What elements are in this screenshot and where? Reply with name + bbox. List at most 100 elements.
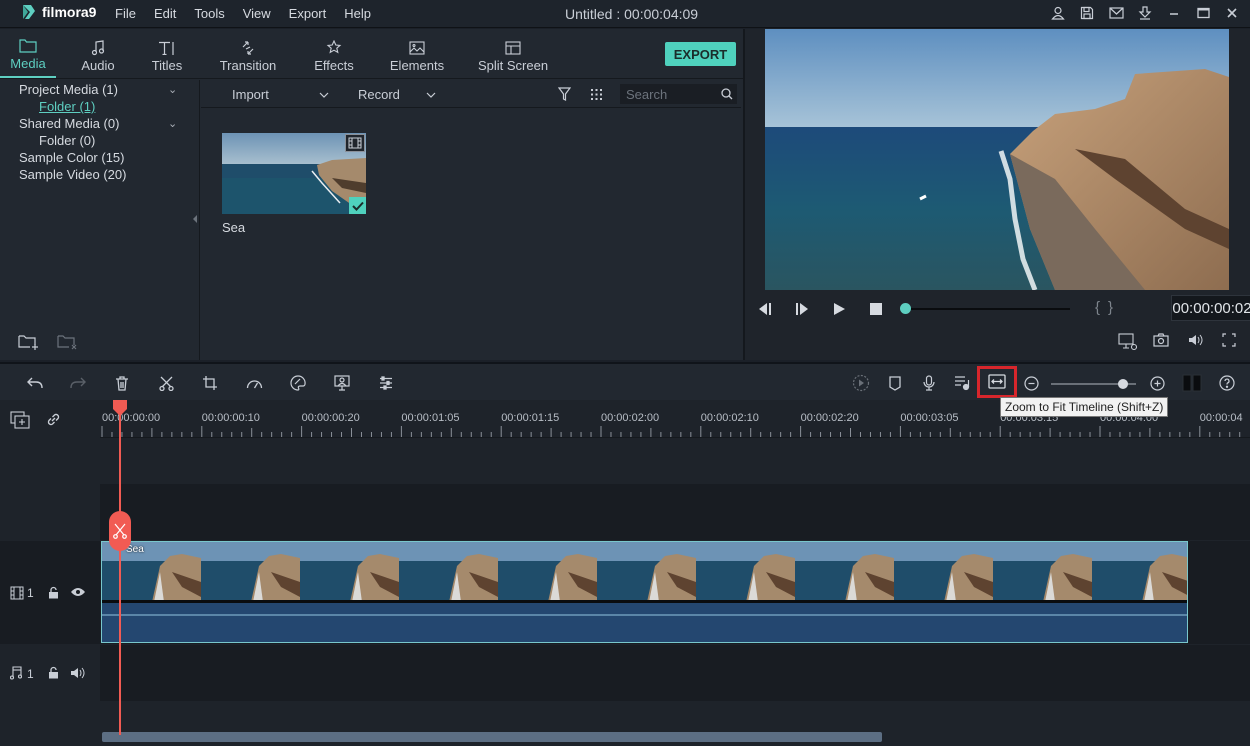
menu-view[interactable]: View	[243, 6, 271, 21]
collapse-panel-icon[interactable]	[192, 214, 198, 224]
zoom-slider-handle[interactable]	[1118, 379, 1129, 389]
playback-progress-track[interactable]	[905, 308, 1070, 310]
mail-icon[interactable]	[1108, 5, 1124, 21]
help-icon[interactable]	[1217, 373, 1237, 393]
undo-icon[interactable]	[25, 373, 45, 393]
close-icon[interactable]	[1224, 5, 1240, 21]
media-item-sea[interactable]	[222, 133, 366, 214]
previous-frame-icon[interactable]	[758, 302, 772, 316]
save-icon[interactable]	[1079, 5, 1095, 21]
menu-edit[interactable]: Edit	[154, 6, 176, 21]
mark-in-out-icon[interactable]: {}	[1095, 299, 1121, 316]
tab-label: Titles	[151, 58, 183, 73]
clip-audio-waveform	[102, 614, 1187, 616]
video-clip-sea[interactable]: Sea	[101, 541, 1188, 643]
scissors-icon	[113, 523, 127, 539]
tree-item-folder-0[interactable]: Folder (0)	[39, 133, 95, 148]
ruler-tick-label: 00:00:03:05	[900, 412, 959, 424]
audio-track-number: 1	[27, 667, 34, 681]
tab-media[interactable]: Media	[0, 29, 56, 78]
playhead-line[interactable]	[119, 400, 121, 735]
preview-video	[765, 29, 1229, 290]
search-input[interactable]: Search	[620, 84, 737, 104]
new-folder-icon[interactable]	[18, 333, 40, 351]
download-icon[interactable]	[1137, 5, 1153, 21]
cut-icon[interactable]	[156, 373, 176, 393]
tooltip: Zoom to Fit Timeline (Shift+Z)	[1000, 397, 1169, 417]
tab-transition[interactable]: Transition	[194, 29, 302, 78]
tab-elements[interactable]: Elements	[366, 29, 468, 78]
tab-effects[interactable]: Effects	[302, 29, 366, 78]
tab-audio[interactable]: Audio	[56, 29, 140, 78]
preview-timecode: 00:00:00:02	[1171, 295, 1250, 321]
tab-split-screen[interactable]: Split Screen	[468, 29, 558, 78]
crop-icon[interactable]	[200, 373, 220, 393]
ruler-tick-label: 00:00:02:20	[800, 412, 859, 424]
visibility-eye-icon[interactable]	[70, 587, 86, 597]
zoom-to-fit-button[interactable]	[977, 366, 1017, 398]
tree-item-project-media[interactable]: Project Media (1)	[19, 82, 118, 97]
zoom-to-fit-icon	[988, 374, 1006, 389]
voiceover-audio-icon[interactable]	[952, 373, 972, 393]
timeline-horizontal-scrollbar[interactable]	[102, 732, 882, 742]
import-dropdown[interactable]: Import	[232, 87, 329, 102]
playback-progress-handle[interactable]	[900, 303, 911, 314]
next-frame-icon[interactable]	[795, 302, 809, 316]
tree-item-sample-color[interactable]: Sample Color (15)	[19, 150, 125, 165]
ruler-tick-label: 00:00:01:05	[401, 412, 460, 424]
timeline-empty-area	[100, 439, 1250, 483]
tree-item-sample-video[interactable]: Sample Video (20)	[19, 167, 126, 182]
display-settings-icon[interactable]	[1118, 333, 1138, 351]
menu-tools[interactable]: Tools	[194, 6, 224, 21]
render-preview-icon[interactable]	[851, 373, 871, 393]
snapshot-icon[interactable]	[1153, 333, 1169, 347]
lock-icon[interactable]	[48, 666, 59, 679]
ruler-tick-label: 00:00:00:00	[102, 412, 161, 424]
color-icon[interactable]	[288, 373, 308, 393]
filter-icon[interactable]	[558, 87, 571, 101]
clip-frame	[300, 542, 399, 600]
menu-help[interactable]: Help	[344, 6, 371, 21]
stop-icon[interactable]	[870, 303, 882, 315]
grid-view-icon[interactable]	[590, 88, 603, 101]
menu-export[interactable]: Export	[289, 6, 327, 21]
speaker-icon[interactable]	[70, 667, 86, 679]
tab-titles[interactable]: Titles	[140, 29, 194, 78]
minimize-icon[interactable]	[1166, 5, 1182, 21]
zoom-in-icon[interactable]	[1147, 373, 1167, 393]
microphone-icon[interactable]	[919, 373, 939, 393]
record-dropdown[interactable]: Record	[358, 87, 436, 102]
search-icon[interactable]	[721, 88, 733, 100]
chevron-down-icon[interactable]: ⌄	[168, 117, 177, 130]
text-icon	[158, 38, 176, 58]
tree-item-folder-1[interactable]: Folder (1)	[39, 99, 95, 114]
fullscreen-icon[interactable]	[1222, 333, 1236, 347]
volume-icon[interactable]	[1188, 334, 1204, 346]
account-icon[interactable]	[1050, 5, 1066, 21]
speed-icon[interactable]	[244, 373, 264, 393]
audio-mixer-icon[interactable]	[376, 373, 396, 393]
clip-frame	[993, 542, 1092, 600]
green-screen-icon[interactable]	[332, 373, 352, 393]
delete-folder-icon[interactable]	[57, 333, 79, 351]
marker-icon[interactable]	[885, 373, 905, 393]
tree-item-shared-media[interactable]: Shared Media (0)	[19, 116, 119, 131]
ruler-tick-label: 00:00:00:20	[301, 412, 360, 424]
clip-frame	[1092, 542, 1187, 600]
split-scissors-button[interactable]	[109, 511, 131, 551]
link-icon[interactable]	[45, 411, 62, 428]
redo-icon[interactable]	[68, 373, 88, 393]
check-icon[interactable]	[349, 197, 366, 214]
delete-icon[interactable]	[112, 373, 132, 393]
export-button[interactable]: EXPORT	[665, 42, 736, 66]
folder-icon	[19, 36, 37, 56]
zoom-out-icon[interactable]	[1021, 373, 1041, 393]
play-icon[interactable]	[833, 302, 846, 316]
add-track-icon[interactable]	[10, 411, 30, 429]
video-track-icon	[10, 586, 24, 600]
maximize-icon[interactable]	[1195, 5, 1211, 21]
panel-layout-icon[interactable]	[1182, 373, 1202, 393]
lock-icon[interactable]	[48, 586, 59, 599]
chevron-down-icon[interactable]: ⌄	[168, 83, 177, 96]
menu-file[interactable]: File	[115, 6, 136, 21]
